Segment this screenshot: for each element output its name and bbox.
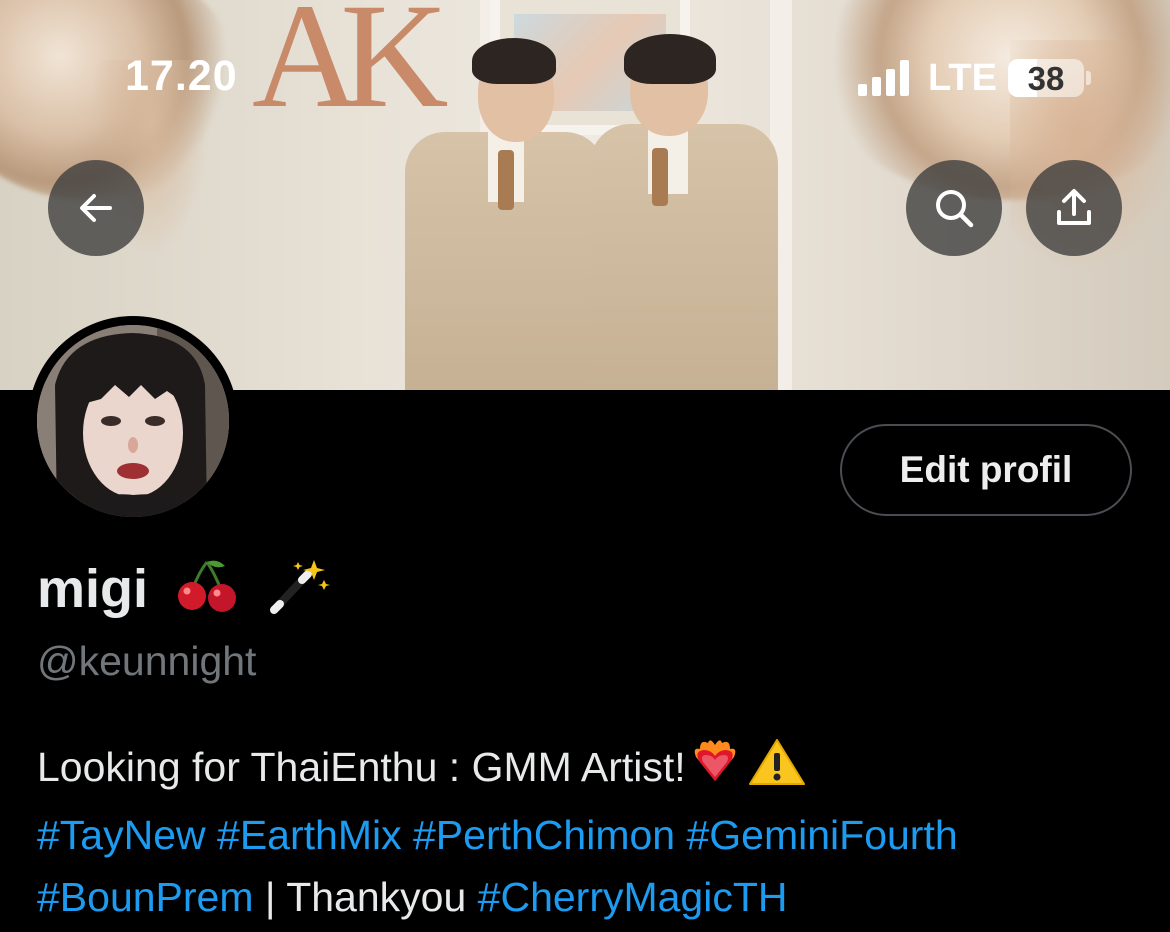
warning-icon <box>748 737 806 804</box>
magic-wand-icon <box>268 558 331 627</box>
cellular-signal-icon <box>858 60 916 96</box>
profile-bio: Looking for ThaiEnthu : GMM Artist! #Tay… <box>37 736 1147 928</box>
bio-line-1: Looking for ThaiEnthu : GMM Artist! <box>37 736 1147 804</box>
decor-letters: AK <box>252 0 449 139</box>
hashtag-link[interactable]: #EarthMix <box>217 812 402 858</box>
avatar[interactable] <box>28 316 238 526</box>
display-name-text: migi <box>37 559 149 619</box>
avatar-image <box>37 325 229 517</box>
hashtag-link[interactable]: #GeminiFourth <box>686 812 957 858</box>
user-handle: @keunnight <box>37 638 257 684</box>
search-icon <box>936 190 974 228</box>
bio-line-2: #TayNew #EarthMix #PerthChimon #GeminiFo… <box>37 804 1147 866</box>
back-button[interactable] <box>48 160 144 256</box>
bio-line-3: #BounPrem | Thankyou #CherryMagicTH <box>37 866 1147 928</box>
bio-text: Looking for ThaiEnthu : GMM Artist! <box>37 744 686 790</box>
hashtag-link[interactable]: #CherryMagicTH <box>478 874 788 920</box>
battery-nub <box>1086 71 1091 85</box>
battery-percent: 38 <box>1027 60 1065 97</box>
share-icon <box>1057 189 1091 225</box>
share-button[interactable] <box>1026 160 1122 256</box>
arrow-left-icon <box>80 194 112 222</box>
edit-profile-button[interactable]: Edit profil <box>840 424 1132 516</box>
heart-on-fire-icon <box>690 737 740 804</box>
display-name: migi <box>37 558 331 627</box>
hashtag-link[interactable]: #BounPrem <box>37 874 254 920</box>
battery-icon: 38 <box>1008 59 1084 97</box>
bio-text: | Thankyou <box>253 873 478 920</box>
hashtag-link[interactable]: #TayNew <box>37 812 206 858</box>
cherries-icon <box>177 558 239 627</box>
search-button[interactable] <box>906 160 1002 256</box>
network-type: LTE <box>928 57 997 99</box>
hashtag-link[interactable]: #PerthChimon <box>413 812 675 858</box>
status-time: 17.20 <box>125 52 238 100</box>
